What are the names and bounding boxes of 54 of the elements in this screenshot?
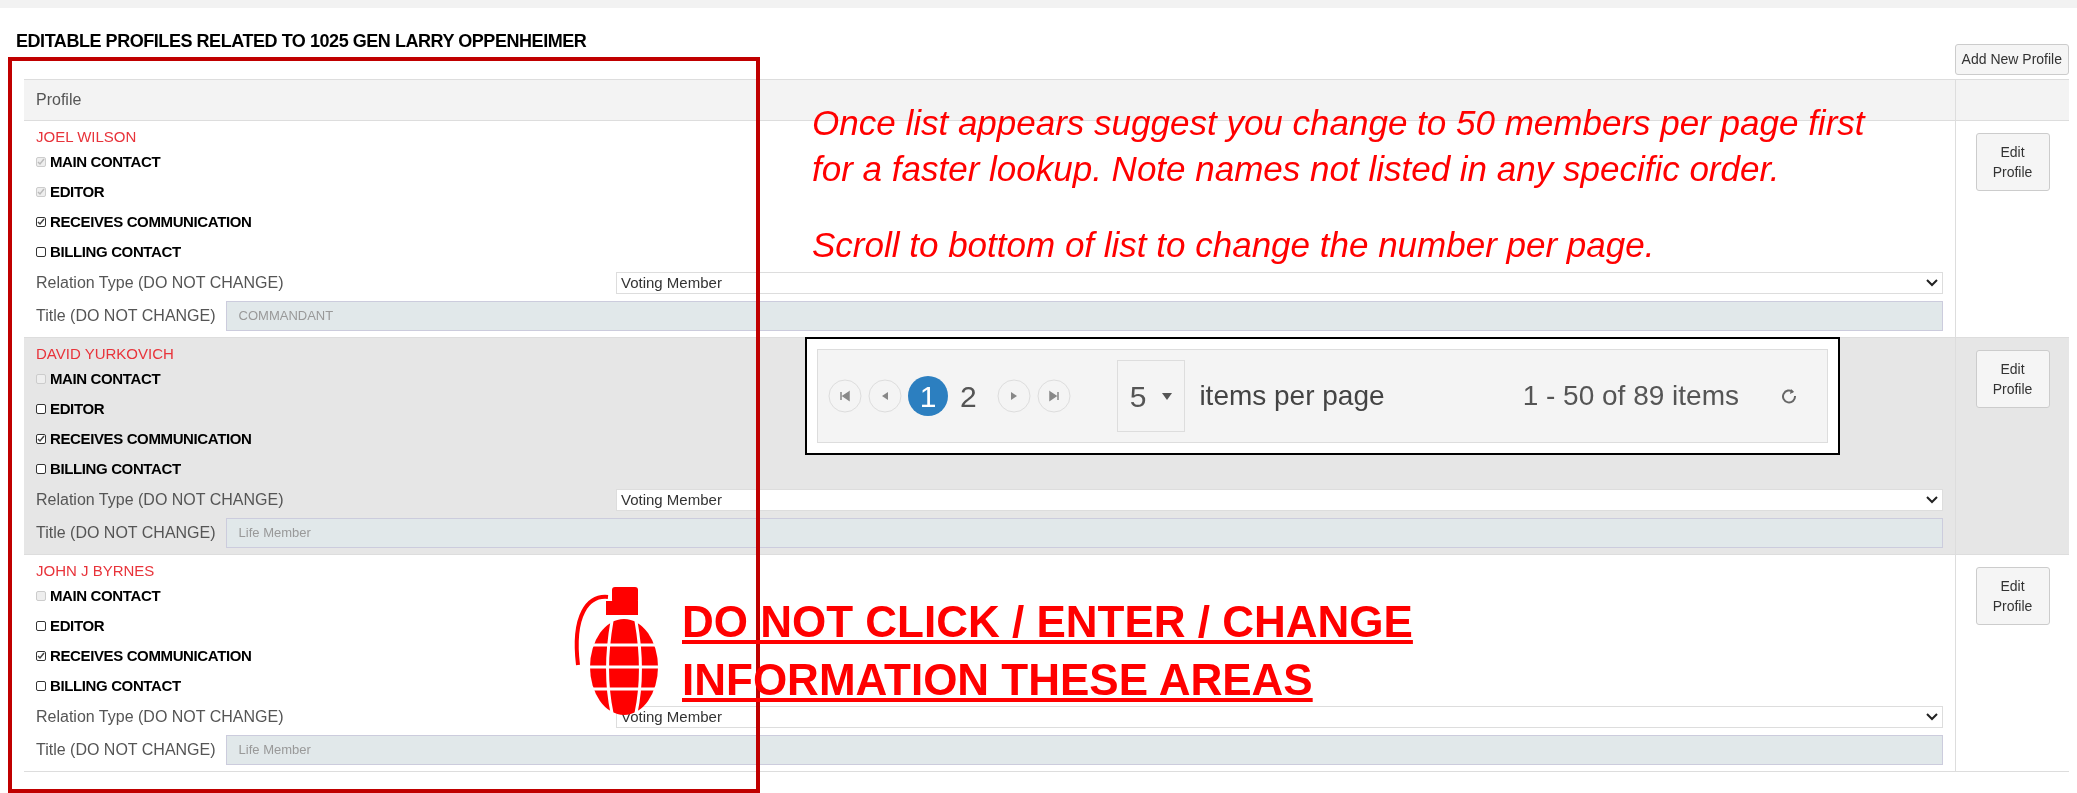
page-number[interactable]: 2 — [956, 373, 981, 419]
dropdown-caret-icon — [1162, 392, 1173, 400]
checkbox-label: BILLING CONTACT — [50, 458, 181, 479]
relation-type-select[interactable]: Voting Member — [616, 489, 1943, 511]
checkbox-label: EDITOR — [50, 615, 105, 636]
relation-type-select[interactable]: Voting Member — [616, 706, 1943, 728]
profile-name: JOHN J BYRNES — [36, 561, 155, 581]
first-page-icon[interactable] — [828, 379, 862, 413]
checkbox-label: MAIN CONTACT — [50, 368, 161, 389]
refresh-icon[interactable] — [1781, 388, 1797, 404]
warning-text: DO NOT CLICK / ENTER / CHANGE — [682, 596, 1413, 648]
field-label: Relation Type (DO NOT CHANGE) — [36, 490, 285, 510]
checkbox-label: MAIN CONTACT — [50, 585, 161, 606]
field-label: Relation Type (DO NOT CHANGE) — [36, 273, 285, 293]
profile-name: JOEL WILSON — [36, 127, 137, 147]
item-range-text: 1 - 50 of 89 items — [1522, 379, 1739, 413]
checkbox-label: EDITOR — [50, 398, 105, 419]
chevron-down-icon — [1926, 496, 1938, 504]
page-number[interactable]: 1 — [908, 376, 948, 416]
checkbox[interactable] — [36, 651, 46, 661]
checkbox-label: RECEIVES COMMUNICATION — [50, 645, 252, 666]
relation-type-select[interactable]: Voting Member — [616, 272, 1943, 294]
annotation-note: Once list appears suggest you change to 50 members per page first — [812, 102, 1865, 144]
add-new-profile-button[interactable]: Add New Profile — [1954, 44, 2069, 75]
section-heading: EDITABLE PROFILES RELATED TO 1025 GEN LARRY OPPENHEIMER — [16, 30, 587, 53]
checkbox-label: BILLING CONTACT — [50, 241, 181, 262]
edit-profile-button[interactable]: Edit Profile — [1975, 133, 2050, 191]
checkbox-label: EDITOR — [50, 181, 105, 202]
checkbox[interactable] — [36, 404, 46, 414]
checkbox-label: MAIN CONTACT — [50, 151, 161, 172]
checkbox[interactable] — [36, 247, 46, 257]
checkbox[interactable] — [36, 464, 46, 474]
items-per-page-label: items per page — [1199, 379, 1385, 413]
field-label: Relation Type (DO NOT CHANGE) — [36, 707, 285, 727]
checkbox[interactable] — [36, 621, 46, 631]
field-label: Title (DO NOT CHANGE) — [36, 740, 216, 760]
field-label: Title (DO NOT CHANGE) — [36, 306, 216, 326]
checkbox[interactable] — [36, 681, 46, 691]
annotation-note: for a faster lookup. Note names not listed in any specific order. — [812, 148, 1781, 190]
edit-profile-button[interactable]: Edit Profile — [1975, 350, 2050, 408]
checkbox-label: BILLING CONTACT — [50, 675, 181, 696]
checkbox[interactable] — [36, 217, 46, 227]
profile-name: DAVID YURKOVICH — [36, 344, 174, 364]
page-size-dropdown[interactable]: 5 — [1116, 360, 1186, 432]
checkbox[interactable] — [36, 434, 46, 444]
field-label: Title (DO NOT CHANGE) — [36, 523, 216, 543]
chevron-down-icon — [1926, 713, 1938, 721]
edit-profile-button[interactable]: Edit Profile — [1975, 567, 2050, 625]
checkbox-label: RECEIVES COMMUNICATION — [50, 428, 252, 449]
chevron-down-icon — [1926, 279, 1938, 287]
annotation-note: Scroll to bottom of list to change the number per page. — [812, 224, 1656, 266]
checkbox-label: RECEIVES COMMUNICATION — [50, 211, 252, 232]
last-page-icon[interactable] — [1036, 379, 1071, 413]
column-header: Profile — [35, 90, 83, 110]
